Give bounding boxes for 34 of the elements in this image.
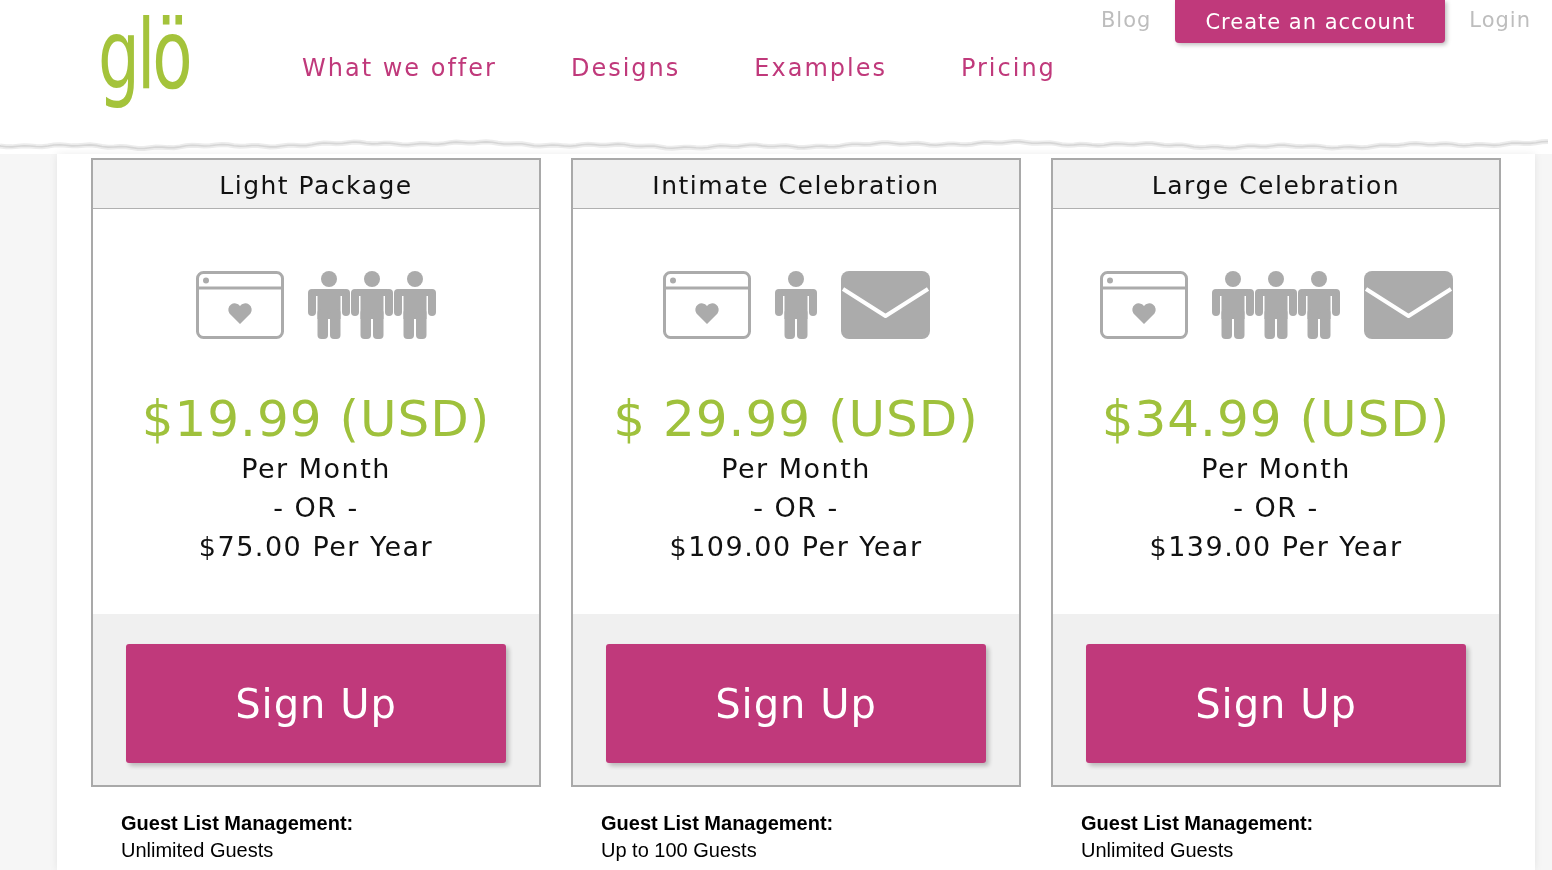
people-group-icon [308,271,436,339]
plan-title: Large Celebration [1053,160,1499,209]
plan-title: Light Package [93,160,539,209]
envelope-icon [840,271,930,339]
nav-link[interactable]: Examples [754,52,887,84]
create-account-button[interactable]: Create an account [1175,0,1446,43]
plan-price: $19.99 (USD) [141,389,491,449]
plan-term: - OR - [1233,491,1319,525]
nav-link[interactable]: What we offer [302,52,497,84]
plan-term: $75.00 Per Year [198,530,434,564]
plan-term: Per Month [1201,452,1351,486]
feature-value: Unlimited Guests [1081,838,1235,863]
envelope-icon [1363,271,1453,339]
plan-term: Per Month [241,452,391,486]
sign-up-button[interactable]: Sign Up [606,644,986,763]
nav-link[interactable]: Pricing [960,52,1056,84]
plan-price: $ 29.99 (USD) [613,389,979,449]
feature-heading: Guest List Management: [601,811,835,836]
plan-term: - OR - [273,491,359,525]
plan-term: Per Month [721,452,871,486]
plan-term: - OR - [753,491,839,525]
nav-link[interactable]: Designs [570,52,681,84]
plan-term: $109.00 Per Year [669,530,923,564]
sign-up-button[interactable]: Sign Up [1086,644,1466,763]
feature-value: Up to 100 Guests [601,838,758,863]
person-icon [774,271,817,339]
feature-heading: Guest List Management: [121,811,355,836]
plan-title: Intimate Celebration [573,160,1019,209]
sign-up-button[interactable]: Sign Up [126,644,506,763]
plan-term: $139.00 Per Year [1149,530,1403,564]
plan-price: $34.99 (USD) [1101,389,1451,449]
feature-value: Unlimited Guests [121,838,275,863]
feature-heading: Guest List Management: [1081,811,1315,836]
people-group-icon [1211,271,1340,339]
